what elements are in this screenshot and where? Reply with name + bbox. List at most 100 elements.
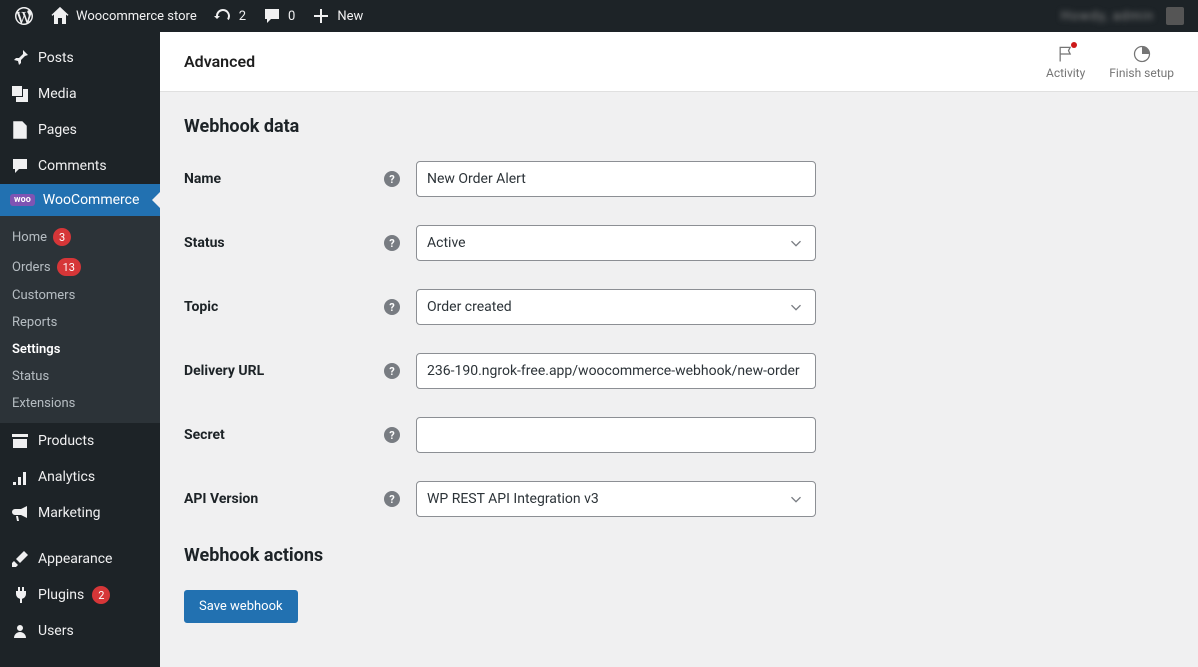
sidebar-label: Posts xyxy=(38,50,74,66)
field-label: Topic xyxy=(184,299,384,315)
sidebar-label: Appearance xyxy=(38,551,112,567)
submenu-extensions[interactable]: Extensions xyxy=(0,390,160,417)
secret-input[interactable] xyxy=(416,417,816,453)
sidebar-label: Products xyxy=(38,433,94,449)
users-icon xyxy=(10,621,30,641)
name-input[interactable] xyxy=(416,161,816,197)
help-icon[interactable]: ? xyxy=(384,299,400,315)
new-label: New xyxy=(337,9,363,24)
submenu-settings[interactable]: Settings xyxy=(0,336,160,363)
avatar xyxy=(1166,7,1184,25)
woocommerce-submenu: Home 3 Orders 13 Customers Reports Setti… xyxy=(0,216,160,423)
user-display: Howdy, admin xyxy=(1061,9,1154,24)
sidebar-label: Media xyxy=(38,86,77,102)
sidebar-item-woocommerce[interactable]: woo WooCommerce xyxy=(0,184,160,216)
page-title: Advanced xyxy=(184,52,255,71)
section-heading: Webhook data xyxy=(184,116,1174,137)
topbar-action-label: Activity xyxy=(1046,66,1085,80)
sidebar-label: Plugins xyxy=(38,587,84,603)
submenu-label: Extensions xyxy=(12,396,75,411)
field-delivery-url: Delivery URL ? xyxy=(184,353,1174,389)
sidebar-item-users[interactable]: Users xyxy=(0,613,160,649)
help-icon[interactable]: ? xyxy=(384,235,400,251)
wordpress-icon xyxy=(14,6,34,26)
topbar-actions: Activity Finish setup xyxy=(1046,44,1174,80)
comment-icon xyxy=(262,6,282,26)
sidebar-item-dashboard[interactable] xyxy=(0,32,160,40)
sidebar-label: Analytics xyxy=(38,469,95,485)
submenu-status[interactable]: Status xyxy=(0,363,160,390)
save-webhook-button[interactable]: Save webhook xyxy=(184,590,298,623)
submenu-label: Orders xyxy=(12,260,51,275)
select-value: Order created xyxy=(427,299,512,315)
submenu-home[interactable]: Home 3 xyxy=(0,222,160,252)
help-icon[interactable]: ? xyxy=(384,491,400,507)
submenu-label: Status xyxy=(12,369,49,384)
field-label: API Version xyxy=(184,491,384,507)
field-secret: Secret ? xyxy=(184,417,1174,453)
submenu-customers[interactable]: Customers xyxy=(0,282,160,309)
topbar-action-label: Finish setup xyxy=(1109,66,1174,80)
submenu-label: Customers xyxy=(12,288,75,303)
plugin-icon xyxy=(10,585,30,605)
page-topbar: Advanced Activity Finish setup xyxy=(160,32,1198,92)
sidebar-item-analytics[interactable]: Analytics xyxy=(0,459,160,495)
comments-count: 0 xyxy=(288,9,295,24)
submenu-label: Reports xyxy=(12,315,57,330)
sidebar-item-plugins[interactable]: Plugins 2 xyxy=(0,577,160,613)
new-content-link[interactable]: New xyxy=(303,0,371,32)
wp-logo[interactable] xyxy=(6,0,42,32)
badge: 2 xyxy=(92,586,110,604)
page-icon xyxy=(10,120,30,140)
badge: 13 xyxy=(57,258,81,276)
finish-setup-button[interactable]: Finish setup xyxy=(1109,44,1174,80)
activity-button[interactable]: Activity xyxy=(1046,44,1085,80)
site-name: Woocommerce store xyxy=(76,9,197,24)
chevron-down-icon xyxy=(787,298,805,316)
badge: 3 xyxy=(53,228,71,246)
chevron-down-icon xyxy=(787,490,805,508)
submenu-reports[interactable]: Reports xyxy=(0,309,160,336)
delivery-url-input[interactable] xyxy=(416,353,816,389)
submenu-label: Settings xyxy=(12,342,60,357)
media-icon xyxy=(10,84,30,104)
submenu-label: Home xyxy=(12,230,47,245)
sidebar-item-pages[interactable]: Pages xyxy=(0,112,160,148)
field-api-version: API Version ? WP REST API Integration v3 xyxy=(184,481,1174,517)
sidebar-item-posts[interactable]: Posts xyxy=(0,40,160,76)
user-account-link[interactable]: Howdy, admin xyxy=(1053,0,1192,32)
actions-heading: Webhook actions xyxy=(184,545,1174,566)
field-label: Status xyxy=(184,235,384,251)
refresh-icon xyxy=(213,6,233,26)
main-content: Advanced Activity Finish setup Webhook d… xyxy=(160,32,1198,667)
sidebar-label: Pages xyxy=(38,122,77,138)
brush-icon xyxy=(10,549,30,569)
topic-select[interactable]: Order created xyxy=(416,289,816,325)
api-version-select[interactable]: WP REST API Integration v3 xyxy=(416,481,816,517)
submenu-orders[interactable]: Orders 13 xyxy=(0,252,160,282)
comments-link[interactable]: 0 xyxy=(254,0,303,32)
field-label: Name xyxy=(184,171,384,187)
help-icon[interactable]: ? xyxy=(384,363,400,379)
sidebar-item-appearance[interactable]: Appearance xyxy=(0,541,160,577)
sidebar-label: WooCommerce xyxy=(43,192,140,208)
sidebar-item-comments[interactable]: Comments xyxy=(0,148,160,184)
archive-icon xyxy=(10,431,30,451)
sidebar-label: Marketing xyxy=(38,505,101,521)
help-icon[interactable]: ? xyxy=(384,427,400,443)
chevron-down-icon xyxy=(787,234,805,252)
analytics-icon xyxy=(10,467,30,487)
sidebar-item-media[interactable]: Media xyxy=(0,76,160,112)
admin-sidebar: Posts Media Pages Comments woo WooCommer… xyxy=(0,32,160,667)
status-select[interactable]: Active xyxy=(416,225,816,261)
updates-link[interactable]: 2 xyxy=(205,0,254,32)
home-icon xyxy=(50,6,70,26)
help-icon[interactable]: ? xyxy=(384,171,400,187)
field-label: Secret xyxy=(184,427,384,443)
notification-dot-icon xyxy=(1071,42,1077,48)
site-name-link[interactable]: Woocommerce store xyxy=(42,0,205,32)
field-name: Name ? xyxy=(184,161,1174,197)
pin-icon xyxy=(10,48,30,68)
sidebar-item-marketing[interactable]: Marketing xyxy=(0,495,160,531)
sidebar-item-products[interactable]: Products xyxy=(0,423,160,459)
